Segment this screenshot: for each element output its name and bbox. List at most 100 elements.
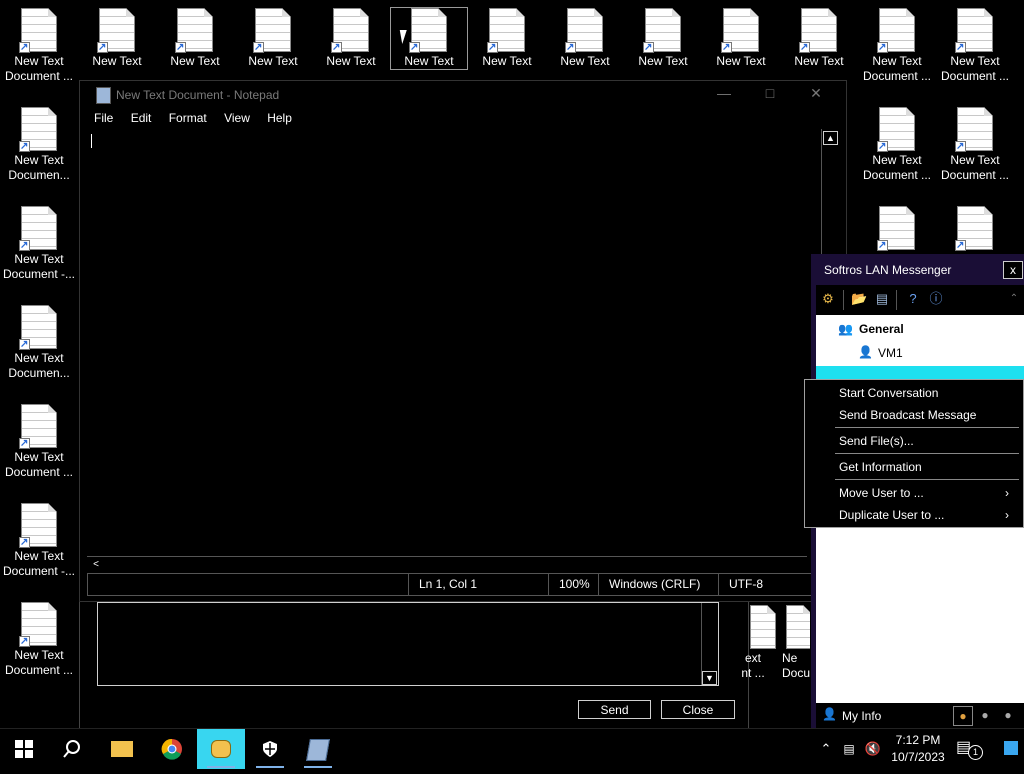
group-icon: 👥 (838, 322, 853, 336)
taskbar-clock[interactable]: 7:12 PM 10/7/2023 (888, 732, 948, 766)
desktop-icon-text-document[interactable]: New Text (703, 8, 779, 69)
message-input[interactable]: ▼ (97, 602, 719, 686)
message-scrollbar[interactable]: ▼ (701, 603, 718, 685)
icon-label: New Text (326, 54, 376, 68)
desktop-icon-text-document[interactable]: New Text (469, 8, 545, 69)
scroll-down-icon[interactable]: ▼ (702, 671, 717, 685)
menu-view[interactable]: View (224, 111, 250, 125)
icon-label: New Text (794, 54, 844, 68)
user-context-menu: Start Conversation Send Broadcast Messag… (804, 379, 1024, 528)
minimize-icon[interactable]: — (710, 85, 738, 101)
status-online-icon[interactable]: ● (953, 706, 973, 726)
desktop-icon-partial[interactable]: ext nt ... (728, 605, 778, 681)
send-button[interactable]: Send (578, 700, 651, 719)
tray-overflow-icon[interactable]: ⌃ (816, 729, 836, 769)
icon-label: Document ... (4, 69, 74, 83)
info-icon[interactable]: ⓘ (928, 291, 944, 307)
maximize-icon[interactable]: □ (756, 85, 784, 101)
scroll-up-icon[interactable]: ▲ (823, 131, 838, 145)
menu-get-information[interactable]: Get Information (839, 460, 922, 474)
notepad-window: New Text Document - Notepad — □ ✕ File E… (79, 80, 847, 602)
scroll-left-icon[interactable]: < (89, 558, 103, 571)
desktop-icon-text-document[interactable]: New Text (313, 8, 389, 69)
volume-muted-icon[interactable]: 🔇 (862, 729, 884, 769)
menu-start-conversation[interactable]: Start Conversation (839, 386, 938, 400)
desktop-icon-text-document[interactable]: New Text (625, 8, 701, 69)
text-caret (91, 134, 92, 148)
desktop-icon-text-document[interactable] (859, 206, 935, 253)
desktop-icon-text-document[interactable]: New Text (547, 8, 623, 69)
status-offline-icon[interactable]: ● (999, 706, 1017, 724)
network-icon[interactable]: ▤ (838, 729, 860, 769)
shortcut-arrow-icon (253, 40, 264, 55)
desktop-icon-text-document[interactable] (937, 206, 1013, 253)
desktop-icon-text-document[interactable]: New Text (781, 8, 857, 69)
shortcut-arrow-icon (487, 40, 498, 55)
desktop-icon-text-document[interactable]: New Text (79, 8, 155, 69)
desktop-icon-text-document[interactable]: New TextDocument ... (937, 8, 1013, 84)
icon-label: New Text (482, 54, 532, 68)
menu-file[interactable]: File (94, 111, 113, 125)
desktop-icon-text-document[interactable]: New TextDocument ... (859, 8, 935, 84)
shortcut-arrow-icon (97, 40, 108, 55)
settings-icon[interactable]: ⚙ (820, 291, 836, 307)
help-icon[interactable]: ? (905, 291, 921, 307)
desktop-icon-text-document[interactable]: New TextDocumen... (1, 107, 77, 183)
icon-label: New Text (92, 54, 142, 68)
show-desktop-icon[interactable] (1004, 741, 1018, 755)
selected-user-row[interactable] (816, 366, 1024, 379)
desktop-icon-text-document[interactable]: New TextDocument ... (1, 404, 77, 480)
notification-count: 1 (968, 745, 983, 760)
desktop-icon-text-document[interactable]: New TextDocument ... (937, 107, 1013, 183)
icon-label: New Text (404, 54, 454, 68)
menu-format[interactable]: Format (169, 111, 207, 125)
text-document-icon (331, 8, 369, 55)
close-icon[interactable]: ✕ (802, 85, 830, 102)
start-button[interactable] (0, 729, 48, 769)
desktop-icon-text-document[interactable]: New Text (157, 8, 233, 69)
desktop-icon-text-document[interactable]: New TextDocument -... (1, 503, 77, 579)
desktop-icon-text-document[interactable]: New TextDocument ... (1, 602, 77, 678)
desktop-icon-text-document[interactable]: New Text (235, 8, 311, 69)
menu-help[interactable]: Help (267, 111, 292, 125)
notification-center-icon[interactable]: ▤ 1 (956, 737, 983, 760)
desktop-icon-text-document[interactable]: New TextDocument ... (859, 107, 935, 183)
file-explorer-icon[interactable] (98, 729, 146, 769)
group-general[interactable]: General (859, 322, 904, 336)
close-button[interactable]: Close (661, 700, 735, 719)
chrome-icon[interactable] (148, 729, 196, 769)
menu-send-broadcast[interactable]: Send Broadcast Message (839, 408, 976, 422)
notepad-text-area[interactable] (87, 129, 825, 555)
desktop-icon-text-document[interactable]: New TextDocumen... (1, 305, 77, 381)
desktop-icon-text-document[interactable]: New TextDocument -... (1, 206, 77, 282)
collapse-icon[interactable]: ⌃ (1006, 291, 1022, 307)
icon-label: New Text (716, 54, 766, 68)
shortcut-arrow-icon (409, 40, 420, 55)
folder-icon[interactable]: 📂 (851, 291, 867, 307)
shortcut-arrow-icon (955, 139, 966, 154)
menu-send-files[interactable]: Send File(s)... (839, 434, 914, 448)
menu-move-user[interactable]: Move User to ... › (839, 486, 1019, 500)
icon-label: nt ... (741, 666, 765, 680)
lan-messenger-taskbar-icon[interactable] (197, 729, 245, 769)
icon-label: New Text (14, 549, 64, 563)
shortcut-arrow-icon (877, 139, 888, 154)
notepad-taskbar-icon[interactable] (294, 729, 342, 769)
menu-duplicate-user[interactable]: Duplicate User to ... › (839, 508, 1019, 522)
user-vm1[interactable]: VM1 (878, 346, 903, 360)
search-icon[interactable] (48, 729, 96, 769)
horizontal-scrollbar[interactable]: < (87, 556, 807, 574)
desktop-icon-text-document[interactable]: New TextDocument ... (1, 8, 77, 84)
messenger-close-button[interactable]: x (1003, 261, 1023, 279)
my-info-button[interactable]: My Info (842, 709, 881, 723)
status-away-icon[interactable]: ● (976, 706, 994, 724)
shortcut-arrow-icon (331, 40, 342, 55)
messenger-titlebar[interactable]: Softros LAN Messenger x (811, 254, 1024, 285)
menu-edit[interactable]: Edit (131, 111, 152, 125)
history-icon[interactable]: ▤ (874, 291, 890, 307)
desktop-icon-partial[interactable]: Ne Docu (782, 605, 810, 681)
messenger-title: Softros LAN Messenger (824, 263, 952, 277)
notepad-titlebar[interactable]: New Text Document - Notepad — □ ✕ (80, 81, 846, 109)
security-shield-icon[interactable] (246, 729, 294, 769)
text-document-icon (955, 206, 993, 253)
